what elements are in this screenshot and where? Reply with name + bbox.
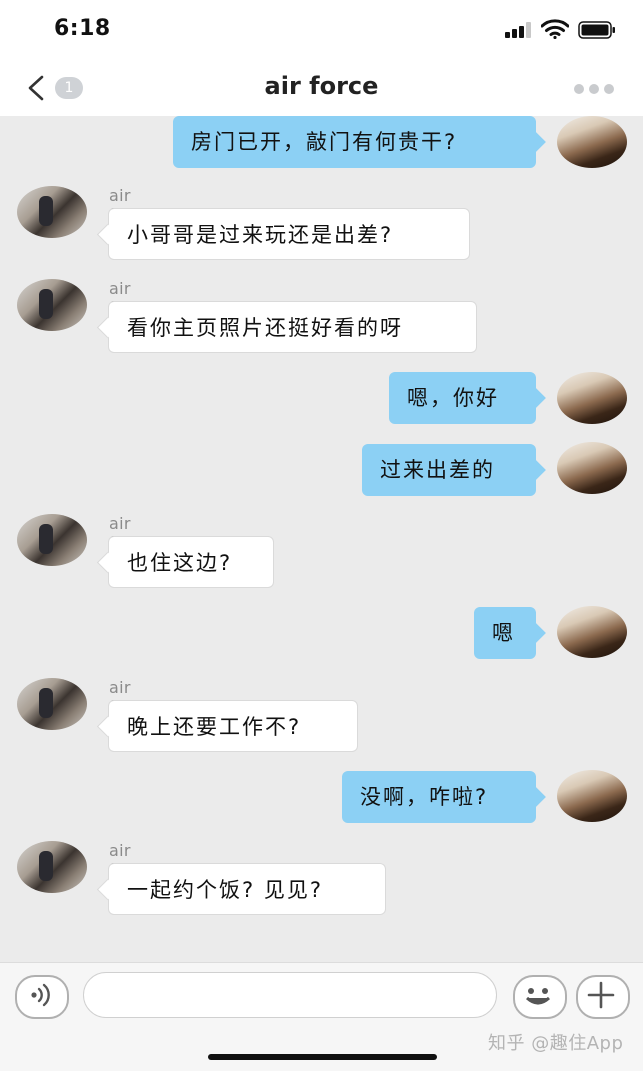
smiley-face-icon [525,988,551,1005]
message-list: 房门已开，敲门有何贵干? air force 小哥哥是过来玩还是出差? air … [0,116,643,962]
message-bubble[interactable]: 小哥哥是过来玩还是出差? [108,208,470,260]
cellular-signal-icon [505,22,533,38]
message-bubble[interactable]: 也住这边? [108,536,274,588]
message-bubble[interactable]: 看你主页照片还挺好看的呀 [108,301,477,353]
nav-bar: 1 air force [0,60,643,116]
watermark: 知乎 @趣住App [488,1033,624,1054]
voice-input-button[interactable] [15,975,69,1019]
message-bubble[interactable]: 过来出差的 [362,444,536,496]
home-indicator[interactable] [208,1054,437,1060]
contact-avatar[interactable] [17,678,87,730]
voice-icon [31,983,50,1007]
contact-avatar[interactable] [17,514,87,566]
message-bubble[interactable]: 没啊，咋啦? [342,771,536,823]
my-avatar[interactable] [557,442,627,494]
contact-avatar[interactable] [17,186,87,238]
emoji-button[interactable] [513,975,567,1019]
input-bar: 知乎 @趣住App [0,962,643,1071]
more-actions-button[interactable] [576,975,630,1019]
my-avatar[interactable] [557,372,627,424]
more-options-icon[interactable] [572,82,616,94]
contact-avatar[interactable] [17,841,87,893]
message-bubble[interactable]: 房门已开，敲门有何贵干? [173,116,536,168]
plus-icon [587,981,615,1009]
my-avatar[interactable] [557,770,627,822]
chat-title: air force [264,72,379,100]
my-avatar[interactable] [557,606,627,658]
wifi-icon [541,19,569,39]
contact-avatar[interactable] [17,279,87,331]
message-bubble[interactable]: 一起约个饭? 见见? [108,863,386,915]
my-avatar[interactable] [557,116,627,168]
message-bubble[interactable]: 嗯，你好 [389,372,536,424]
battery-icon [578,21,615,39]
message-bubble[interactable]: 嗯 [474,607,536,659]
message-input[interactable] [83,972,497,1018]
status-bar: 6:18 [0,0,643,60]
message-bubble[interactable]: 晚上还要工作不? [108,700,358,752]
status-time: 6:18 [54,16,111,41]
